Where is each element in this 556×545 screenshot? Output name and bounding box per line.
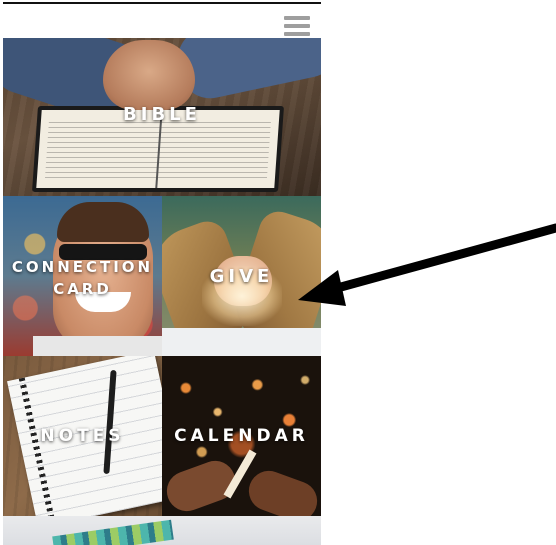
connection-card-tile[interactable]: CONNECTION CARD (3, 196, 162, 356)
give-tile[interactable]: GIVE (162, 196, 321, 356)
notes-tile[interactable]: NOTES (3, 356, 162, 516)
colored-pencils-image (52, 519, 174, 545)
bible-tile[interactable]: BIBLE (3, 38, 321, 196)
notes-tile-label: NOTES (40, 426, 125, 446)
give-tile-label: GIVE (209, 266, 274, 287)
hamburger-menu-icon[interactable] (284, 16, 310, 36)
app-screen: BIBLE CONNECTION CARD GIVE NOTES CALENDA… (3, 0, 321, 545)
top-divider (3, 2, 321, 4)
praying-hands-image (103, 40, 195, 110)
connection-card-tile-label: CONNECTION CARD (11, 258, 154, 298)
bible-tile-label: BIBLE (123, 104, 201, 125)
arrow-shaft (325, 223, 556, 295)
art-supplies-tile[interactable] (3, 516, 321, 545)
calendar-tile[interactable]: CALENDAR (162, 356, 321, 516)
calendar-tile-label: CALENDAR (174, 426, 309, 446)
